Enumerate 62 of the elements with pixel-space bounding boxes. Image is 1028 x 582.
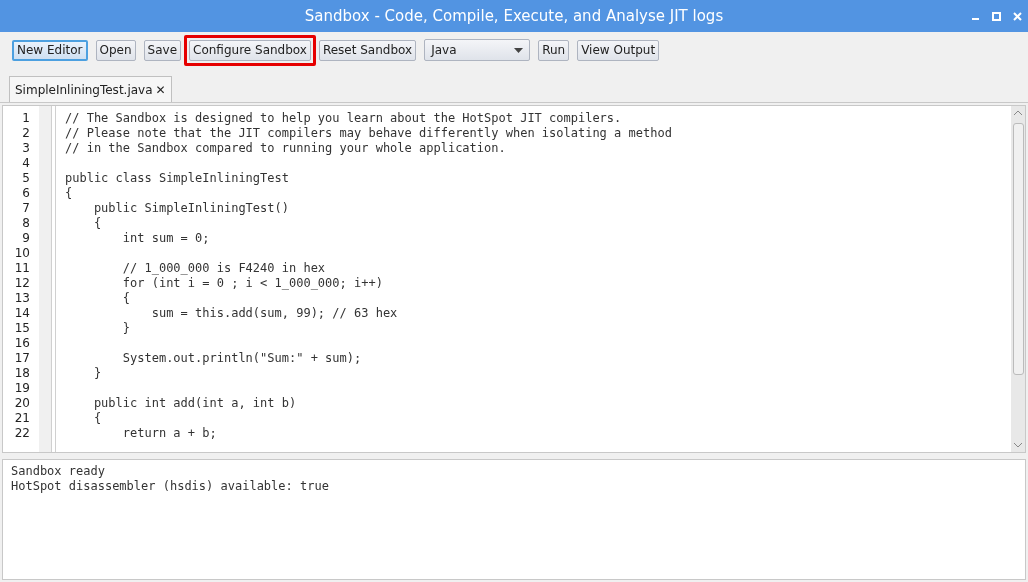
code-line: public class SimpleInliningTest [65,171,289,186]
line-number: 12 [13,276,31,291]
code-line: for (int i = 0 ; i < 1_000_000; i++) [121,276,383,291]
code-editor[interactable] [2,105,1026,453]
code-line: } [121,321,131,336]
code-line: return a + b; [121,426,217,441]
code-line: // in the Sandbox compared to running your whole application. [65,141,506,156]
tab-close-button[interactable]: ✕ [155,82,166,97]
line-number: 3 [21,141,31,156]
code-line: System.out.println("Sum:" + sum); [121,351,362,366]
editor-tab[interactable]: SimpleInliningTest.java ✕ [9,76,172,102]
line-number: 1 [21,111,31,126]
line-number: 5 [21,171,31,186]
toolbar-button[interactable]: Save [143,39,182,61]
chevron-down-icon[interactable] [1013,441,1023,448]
tab-label: SimpleInliningTest.java [15,82,153,97]
line-number: 14 [13,306,31,321]
window-title: Sandbox - Code, Compile, Execute, and Analyse JIT logs [304,7,724,25]
code-line: // 1_000_000 is F4240 in hex [121,261,326,276]
line-number: 16 [13,336,31,351]
toolbar-button[interactable]: View Output [577,39,660,61]
toolbar-button[interactable]: Open [95,39,136,61]
toolbar-button[interactable]: New Editor [12,39,88,61]
line-number: 22 [13,426,31,441]
scroll-thumb[interactable] [1012,123,1024,375]
code-line: { [121,291,131,306]
line-number: 21 [13,411,31,426]
line-number: 7 [21,201,31,216]
code-line: sum = this.add(sum, 99); // 63 hex [150,306,398,321]
console-line: HotSpot disassembler (hsdis) available: true [11,479,329,494]
toolbar-button[interactable]: Reset Sandbox [318,39,417,61]
code-line: public int add(int a, int b) [92,396,297,411]
line-number: 13 [13,291,31,306]
maximize-icon[interactable] [992,11,1001,21]
vertical-scrollbar[interactable] [1011,106,1025,452]
line-number: 18 [13,366,31,381]
toolbar-button[interactable]: Configure Sandbox [189,39,311,61]
line-number: 8 [21,216,31,231]
line-number: 9 [21,231,31,246]
code-line: // The Sandbox is designed to help you learn about the HotSpot JIT compilers. [65,111,622,126]
line-number: 17 [13,351,31,366]
close-icon[interactable] [1013,11,1022,21]
toolbar-button[interactable]: Run [538,39,570,61]
code-line: int sum = 0; [121,231,210,246]
code-line: { [92,216,102,231]
caret-icon [514,47,524,53]
code-line: { [65,186,73,201]
code-line: } [92,366,102,381]
console-line: Sandbox ready [11,464,105,479]
code-line: // Please note that the JIT compilers may behave differently when isolating a method [65,126,672,141]
line-number: 20 [13,396,31,411]
code-line: public SimpleInliningTest() [92,201,289,216]
chevron-up-icon[interactable] [1013,110,1023,117]
language-dropdown[interactable]: Java [424,39,531,61]
line-number: 10 [13,246,31,261]
line-number: 2 [21,126,31,141]
line-number: 6 [21,186,31,201]
line-number: 15 [13,321,31,336]
code-line: { [92,411,102,426]
line-number: 11 [13,261,31,276]
line-number: 4 [21,156,31,171]
line-number: 19 [13,381,31,396]
